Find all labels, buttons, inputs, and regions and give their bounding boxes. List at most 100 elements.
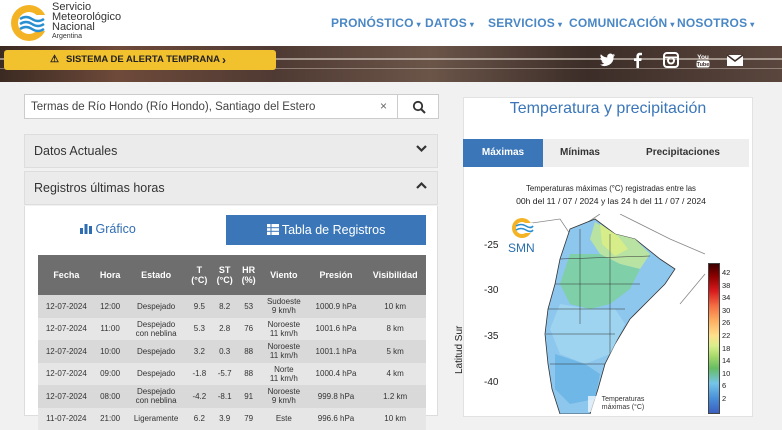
colorbar-tick: 18 bbox=[722, 344, 730, 353]
table-cell: 12-07-2024 bbox=[38, 340, 95, 363]
table-cell: 08:00 bbox=[95, 385, 126, 408]
table-cell: Sudoeste 9 km/h bbox=[260, 295, 308, 318]
table-cell: 1.2 km bbox=[364, 385, 426, 408]
tab-precipitaciones[interactable]: Precipitaciones bbox=[617, 139, 749, 167]
nav-servicios[interactable]: SERVICIOS▾ bbox=[488, 16, 562, 30]
facebook-icon[interactable] bbox=[629, 51, 647, 69]
nav-label: PRONÓSTICO bbox=[331, 16, 414, 30]
colorbar-tick: 38 bbox=[722, 281, 730, 290]
panel-registros[interactable]: Registros últimas horas bbox=[24, 171, 438, 205]
y-axis-title: Latitud Sur bbox=[454, 326, 465, 374]
column-header: Hora bbox=[95, 255, 126, 295]
table-cell: Noroeste 9 km/h bbox=[260, 385, 308, 408]
records-table: FechaHoraEstadoT (°C)ST (°C)HR (%)Viento… bbox=[38, 255, 426, 430]
map-logo-label: SMN bbox=[508, 241, 535, 255]
chevron-down-icon bbox=[416, 135, 427, 167]
table-cell: 12-07-2024 bbox=[38, 363, 95, 386]
table-cell: Despejado bbox=[126, 363, 187, 386]
y-tick: -25 bbox=[484, 240, 498, 251]
chevron-up-icon bbox=[416, 172, 427, 204]
table-cell: 4 km bbox=[364, 363, 426, 386]
nav-comunicacion[interactable]: COMUNICACIÓN▾ bbox=[569, 16, 675, 30]
column-header: Fecha bbox=[38, 255, 95, 295]
table-cell: 10 km bbox=[364, 408, 426, 430]
table-cell: 1000.4 hPa bbox=[308, 363, 365, 386]
tab-minimas[interactable]: Mínimas bbox=[543, 139, 617, 167]
early-warning-label: SISTEMA DE ALERTA TEMPRANA bbox=[66, 54, 220, 65]
early-warning-button[interactable]: ⚠ SISTEMA DE ALERTA TEMPRANA › bbox=[4, 50, 276, 70]
table-cell: Este bbox=[260, 408, 308, 430]
nav-label: COMUNICACIÓN bbox=[569, 16, 667, 30]
table-cell: Norte 11 km/h bbox=[260, 363, 308, 386]
table-cell: 11:00 bbox=[95, 318, 126, 341]
table-cell: 53 bbox=[237, 295, 260, 318]
table-cell: 1001.1 hPa bbox=[308, 340, 365, 363]
table-row: 12-07-202409:00Despejado-1.8-5.788Norte … bbox=[38, 363, 426, 386]
table-cell: 21:00 bbox=[95, 408, 126, 430]
table-cell: 999.8 hPa bbox=[308, 385, 365, 408]
location-search-input[interactable] bbox=[31, 98, 371, 116]
nav-label: SERVICIOS bbox=[488, 16, 555, 30]
colorbar-tick: 6 bbox=[722, 381, 726, 390]
table-row: 12-07-202408:00Despejado con neblina-4.2… bbox=[38, 385, 426, 408]
search-button[interactable] bbox=[397, 94, 439, 119]
tab-maximas[interactable]: Máximas bbox=[463, 139, 543, 167]
youtube-icon[interactable]: You Tube bbox=[694, 51, 712, 69]
brand-name[interactable]: Servicio Meteorológico Nacional Argentin… bbox=[52, 2, 121, 41]
nav-label: NOSOTROS bbox=[677, 16, 747, 30]
table-row: 12-07-202410:00Despejado3.20.388Noroeste… bbox=[38, 340, 426, 363]
table-cell: 8 km bbox=[364, 318, 426, 341]
mail-icon[interactable] bbox=[726, 51, 744, 69]
nav-label: DATOS bbox=[425, 16, 467, 30]
svg-text:Tube: Tube bbox=[697, 62, 710, 68]
table-cell: 3.2 bbox=[187, 340, 212, 363]
nav-pronostico[interactable]: PRONÓSTICO▾ bbox=[331, 16, 421, 30]
map-caption: Temperaturas máximas (°C) registradas en… bbox=[476, 183, 746, 207]
nav-datos[interactable]: DATOS▾ bbox=[425, 16, 474, 30]
colorbar-tick: 22 bbox=[722, 331, 730, 340]
table-cell: Despejado bbox=[126, 340, 187, 363]
smn-logo-icon[interactable] bbox=[8, 2, 50, 44]
tab-label: Tabla de Registros bbox=[282, 223, 386, 237]
table-cell: 3.9 bbox=[212, 408, 237, 430]
colorbar-tick: 2 bbox=[722, 394, 726, 403]
table-cell: 1001.6 hPa bbox=[308, 318, 365, 341]
temperature-card-title: Temperatura y precipitación bbox=[463, 100, 753, 118]
bar-chart-icon bbox=[80, 223, 92, 234]
tab-tabla-registros[interactable]: Tabla de Registros bbox=[226, 215, 426, 245]
svg-text:You: You bbox=[697, 54, 709, 61]
table-cell: 5.3 bbox=[187, 318, 212, 341]
y-tick: -30 bbox=[484, 285, 498, 296]
temperature-map: SMN bbox=[500, 214, 710, 414]
column-header: Viento bbox=[260, 255, 308, 295]
table-cell: 996.6 hPa bbox=[308, 408, 365, 430]
table-cell: 88 bbox=[237, 340, 260, 363]
table-cell: 12-07-2024 bbox=[38, 318, 95, 341]
table-cell: Ligeramente bbox=[126, 408, 187, 430]
y-tick: -40 bbox=[484, 377, 498, 388]
table-cell: 12:00 bbox=[95, 295, 126, 318]
tab-label: Gráfico bbox=[95, 222, 135, 236]
table-cell: 10 km bbox=[364, 295, 426, 318]
nav-nosotros[interactable]: NOSOTROS▾ bbox=[677, 16, 755, 30]
table-row: 11-07-202421:00Ligeramente6.23.979Este99… bbox=[38, 408, 426, 430]
tab-grafico[interactable]: Gráfico bbox=[80, 222, 136, 236]
twitter-icon[interactable] bbox=[599, 51, 617, 69]
caret-down-icon: ▾ bbox=[417, 20, 421, 29]
table-cell: -8.1 bbox=[212, 385, 237, 408]
table-cell: Noroeste 11 km/h bbox=[260, 340, 308, 363]
table-row: 12-07-202411:00Despejado con neblina5.32… bbox=[38, 318, 426, 341]
panel-datos-actuales[interactable]: Datos Actuales bbox=[24, 134, 438, 168]
table-cell: 0.3 bbox=[212, 340, 237, 363]
brand-line-3: Nacional bbox=[52, 22, 121, 32]
y-tick: -35 bbox=[484, 331, 498, 342]
instagram-icon[interactable] bbox=[662, 51, 680, 69]
table-cell: 79 bbox=[237, 408, 260, 430]
table-cell: Noroeste 11 km/h bbox=[260, 318, 308, 341]
caret-down-icon: ▾ bbox=[470, 20, 474, 29]
column-header: ST (°C) bbox=[212, 255, 237, 295]
clear-icon[interactable]: × bbox=[380, 99, 387, 113]
table-row: 12-07-202412:00Despejado9.58.253Sudoeste… bbox=[38, 295, 426, 318]
table-cell: -5.7 bbox=[212, 363, 237, 386]
column-header: T (°C) bbox=[187, 255, 212, 295]
